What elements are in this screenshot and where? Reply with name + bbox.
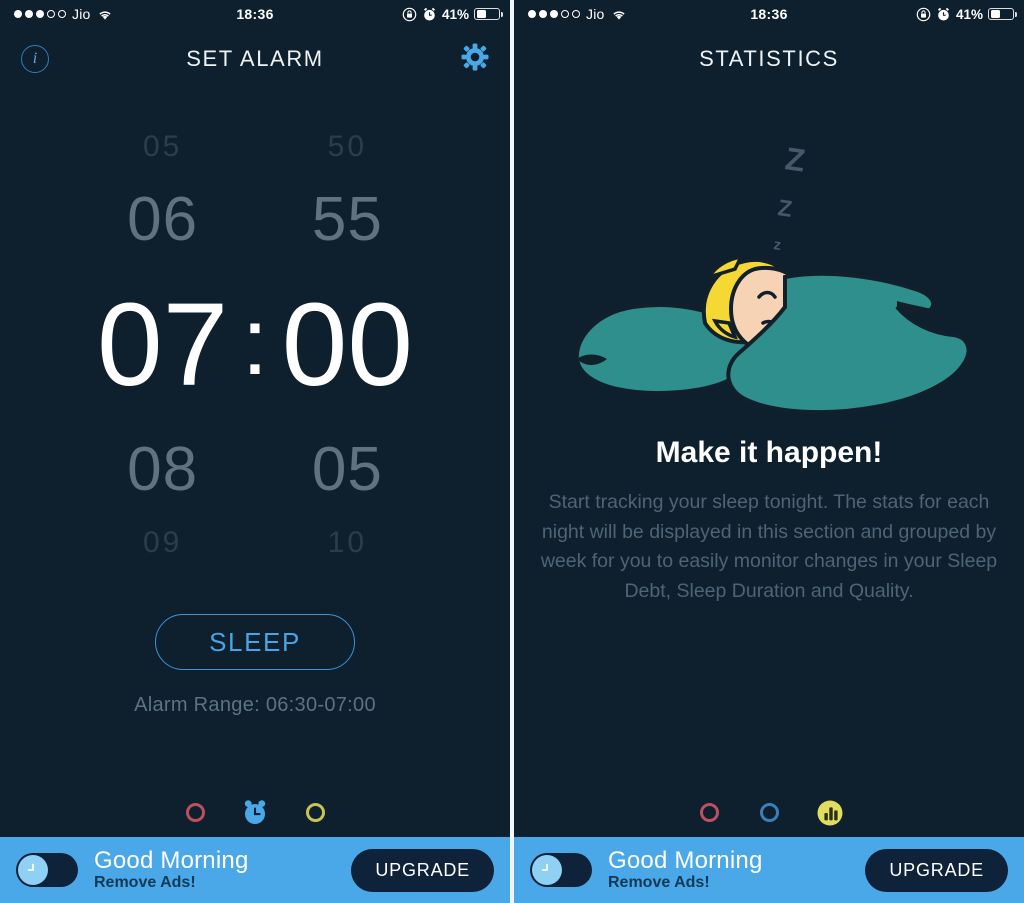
minute-option-near-above[interactable]: 55 xyxy=(262,170,432,270)
statistics-empty-state: Z Z z Make it happen! Start tracking you… xyxy=(514,112,1024,607)
ad-title: Good Morning xyxy=(94,847,249,874)
ad-banner[interactable]: Good Morning Remove Ads! UPGRADE xyxy=(0,837,510,903)
upgrade-button[interactable]: UPGRADE xyxy=(865,848,1008,892)
screenshot-pair: Jio 18:36 41% i SET ALARM 05 06 07 08 09… xyxy=(0,0,1024,903)
hour-option-far-above[interactable]: 05 xyxy=(78,124,248,170)
ad-banner[interactable]: Good Morning Remove Ads! UPGRADE xyxy=(514,837,1024,903)
battery-icon xyxy=(474,7,504,21)
ad-text: Good Morning Remove Ads! xyxy=(94,848,249,892)
nav-bar-set-alarm: i SET ALARM xyxy=(0,28,510,90)
hour-wheel[interactable]: 05 06 07 08 09 xyxy=(78,124,248,566)
time-picker[interactable]: 05 06 07 08 09 : 50 55 00 05 10 xyxy=(0,90,510,620)
tab-bar xyxy=(514,789,1024,835)
minute-option-selected[interactable]: 00 xyxy=(262,270,432,420)
hour-option-far-below[interactable]: 09 xyxy=(78,520,248,566)
svg-text:Z: Z xyxy=(776,194,794,222)
info-button[interactable]: i xyxy=(18,42,52,76)
svg-text:Z: Z xyxy=(783,140,807,178)
status-bar: Jio 18:36 41% xyxy=(0,0,510,28)
hour-option-selected[interactable]: 07 xyxy=(78,270,248,420)
battery-fill xyxy=(476,10,486,18)
info-icon-label: i xyxy=(32,50,38,67)
circle-outline-icon xyxy=(699,802,719,822)
tab-alarm[interactable] xyxy=(752,795,786,829)
tab-mood[interactable] xyxy=(178,795,212,829)
hour-option-near-above[interactable]: 06 xyxy=(78,170,248,270)
upgrade-button[interactable]: UPGRADE xyxy=(351,848,494,892)
hour-option-near-below[interactable]: 08 xyxy=(78,420,248,520)
sleep-action-area: SLEEP Alarm Range: 06:30-07:00 xyxy=(0,614,510,717)
battery-icon xyxy=(988,7,1018,21)
circle-outline-icon xyxy=(759,802,779,822)
minute-option-far-above[interactable]: 50 xyxy=(262,124,432,170)
sleeping-person-illustration: Z Z z xyxy=(538,112,1000,442)
battery-fill xyxy=(990,10,1000,18)
clock-toggle-icon xyxy=(18,855,48,885)
empty-state-description: Start tracking your sleep tonight. The s… xyxy=(540,491,998,602)
gear-icon xyxy=(460,42,490,77)
phone-screen-set-alarm: Jio 18:36 41% i SET ALARM 05 06 07 08 09… xyxy=(0,0,510,903)
sleep-button[interactable]: SLEEP xyxy=(155,614,355,670)
tab-alarm[interactable] xyxy=(238,795,272,829)
ad-subtitle: Remove Ads! xyxy=(94,874,196,892)
status-bar: Jio 18:36 41% xyxy=(514,0,1024,28)
settings-button[interactable] xyxy=(458,42,492,76)
minute-option-near-below[interactable]: 05 xyxy=(262,420,432,520)
nav-bar-statistics: STATISTICS xyxy=(514,28,1024,90)
info-circle-icon: i xyxy=(21,45,49,73)
clock-toggle-icon xyxy=(532,855,562,885)
alarm-clock-filled-icon xyxy=(240,797,270,827)
svg-text:z: z xyxy=(772,236,782,254)
status-bar-clock: 18:36 xyxy=(236,6,274,22)
bar-chart-filled-icon xyxy=(816,799,843,826)
ad-subtitle: Remove Ads! xyxy=(608,874,710,892)
phone-screen-statistics: Jio 18:36 41% STATISTICS Z Z z Make it h… xyxy=(514,0,1024,903)
circle-outline-icon xyxy=(305,802,325,822)
tab-statistics[interactable] xyxy=(298,795,332,829)
ad-title: Good Morning xyxy=(608,847,763,874)
minute-wheel[interactable]: 50 55 00 05 10 xyxy=(262,124,432,566)
status-bar-clock: 18:36 xyxy=(750,6,788,22)
circle-outline-icon xyxy=(185,802,205,822)
tab-statistics[interactable] xyxy=(812,795,846,829)
ad-toggle[interactable] xyxy=(16,853,78,887)
minute-option-far-below[interactable]: 10 xyxy=(262,520,432,566)
page-title: STATISTICS xyxy=(699,46,839,71)
tab-bar xyxy=(0,789,510,835)
alarm-range-label: Alarm Range: 06:30-07:00 xyxy=(134,694,376,716)
tab-mood[interactable] xyxy=(692,795,726,829)
ad-text: Good Morning Remove Ads! xyxy=(608,848,763,892)
page-title: SET ALARM xyxy=(186,46,324,71)
ad-toggle[interactable] xyxy=(530,853,592,887)
